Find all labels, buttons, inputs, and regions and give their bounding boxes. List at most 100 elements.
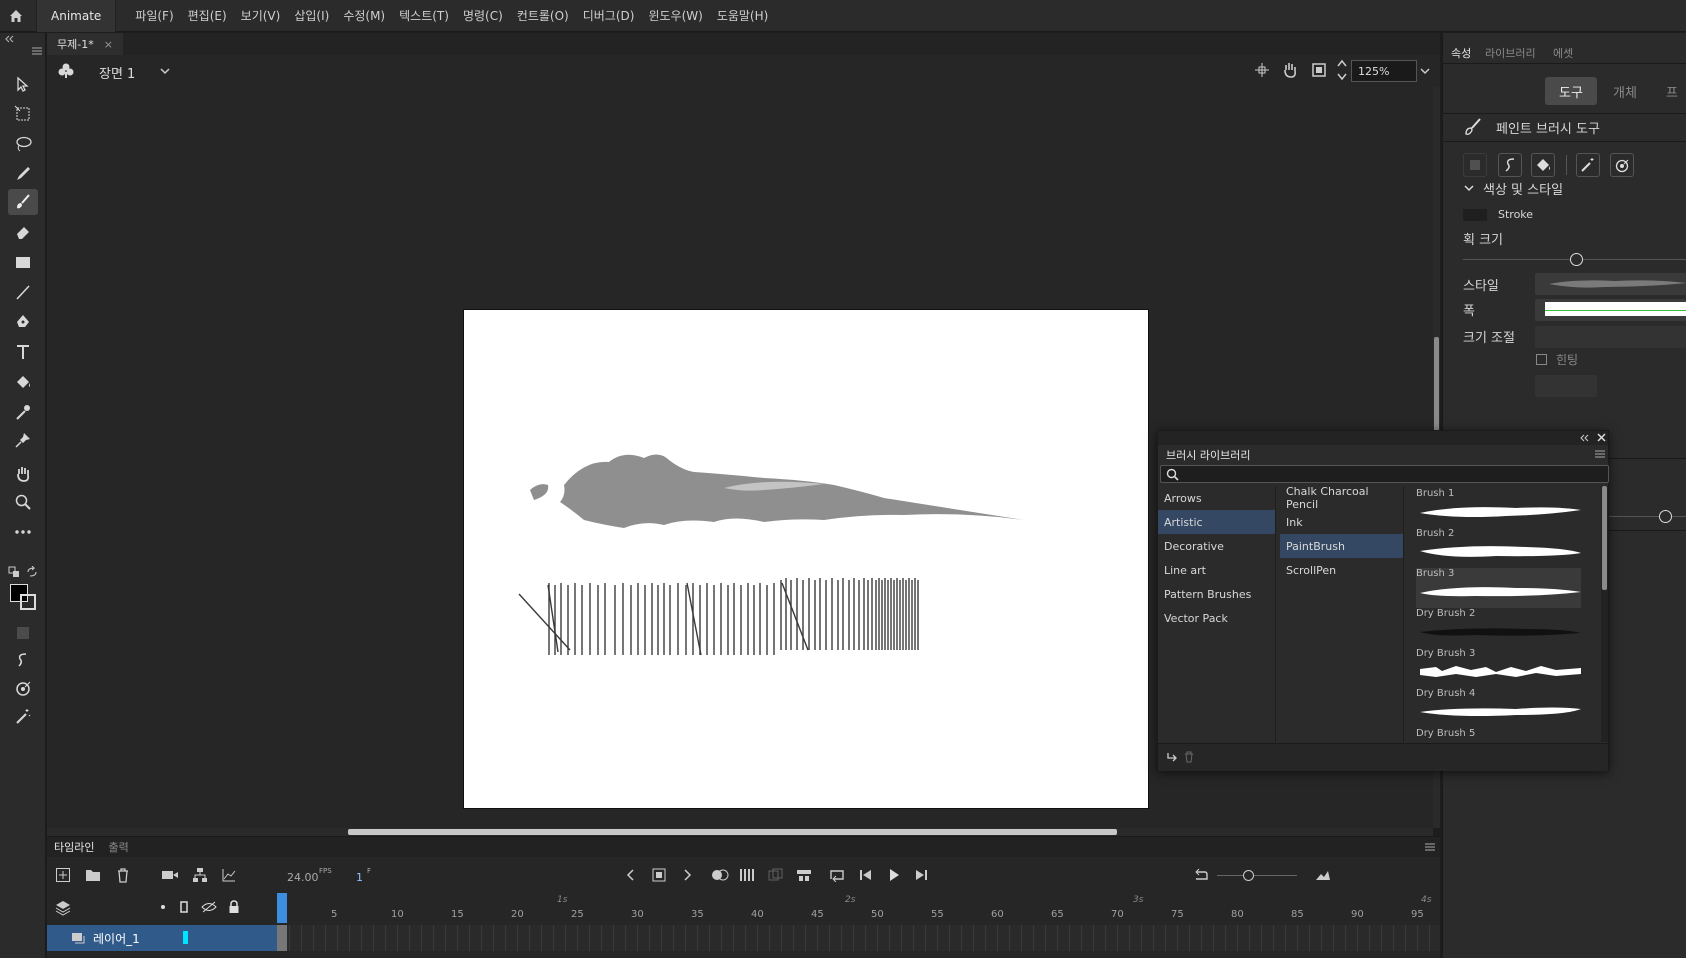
layer-name[interactable]: 레이어_1: [93, 930, 140, 947]
panel-menu-icon[interactable]: [1595, 450, 1605, 458]
close-tab-icon[interactable]: ×: [104, 38, 113, 51]
layers-icon[interactable]: [55, 900, 71, 916]
category-vector-pack[interactable]: Vector Pack: [1158, 606, 1275, 630]
frame-range-icon[interactable]: [766, 865, 786, 885]
scene-dropdown-icon[interactable]: [159, 65, 171, 77]
pressure-icon[interactable]: [8, 675, 38, 701]
frames-row[interactable]: [277, 925, 1440, 951]
playhead[interactable]: [277, 893, 287, 923]
width-dropdown[interactable]: [1535, 299, 1686, 321]
brush-list-scroll-thumb[interactable]: [1602, 486, 1607, 590]
rotate-stage-icon[interactable]: [1281, 61, 1299, 79]
next-keyframe-icon[interactable]: [677, 865, 697, 885]
cap-join-buttons[interactable]: [1535, 375, 1597, 397]
frame-zoom-slider-track[interactable]: [1217, 875, 1297, 876]
collapse-panel-icon[interactable]: [1579, 434, 1589, 442]
menu-modify[interactable]: 수정(M): [336, 7, 392, 24]
import-brush-icon[interactable]: [1166, 751, 1178, 763]
brush-item[interactable]: Brush 2: [1416, 528, 1581, 568]
visibility-icon[interactable]: [201, 901, 217, 913]
category-artistic[interactable]: Artistic: [1158, 510, 1275, 534]
panel-menu-icon[interactable]: [32, 47, 42, 55]
pencil-brush-tool-icon[interactable]: [8, 161, 38, 187]
undo-history-icon[interactable]: [1191, 865, 1211, 885]
default-colors-icon[interactable]: [8, 566, 20, 578]
selection-tool-icon[interactable]: [8, 71, 38, 97]
camera-icon[interactable]: [160, 865, 180, 885]
brush-mode-icon[interactable]: [8, 647, 38, 673]
stage[interactable]: [463, 309, 1149, 809]
menu-edit[interactable]: 편집(E): [181, 7, 234, 24]
tab-output[interactable]: 출력: [101, 839, 135, 855]
brush-shape-icon[interactable]: [1498, 153, 1522, 177]
category-arrows[interactable]: Arrows: [1158, 486, 1275, 510]
stroke-size-handle[interactable]: [1570, 253, 1583, 266]
tab-object[interactable]: 개체: [1599, 77, 1651, 105]
layer-color-swatch[interactable]: [183, 931, 188, 944]
menu-help[interactable]: 도움말(H): [710, 7, 776, 24]
play-icon[interactable]: [884, 865, 904, 885]
more-tools-icon[interactable]: [8, 519, 38, 545]
subcategory-ink[interactable]: Ink: [1280, 510, 1403, 534]
fps-value[interactable]: 24.00: [287, 871, 319, 884]
menu-insert[interactable]: 삽입(I): [287, 7, 336, 24]
pen-tool-icon[interactable]: [8, 309, 38, 335]
step-forward-icon[interactable]: [911, 865, 931, 885]
paint-bucket-tool-icon[interactable]: [8, 369, 38, 395]
edit-multiple-frames-icon[interactable]: [738, 865, 758, 885]
scene-name[interactable]: 장면 1: [99, 63, 135, 82]
horizontal-scroll-thumb[interactable]: [348, 829, 1117, 835]
menu-view[interactable]: 보기(V): [234, 7, 288, 24]
step-back-icon[interactable]: [856, 865, 876, 885]
snap-icon[interactable]: [1254, 62, 1270, 78]
paint-brush-tool-icon[interactable]: [8, 189, 38, 215]
line-tool-icon[interactable]: [8, 279, 38, 305]
eyedropper-tool-icon[interactable]: [8, 399, 38, 425]
brush-item[interactable]: Dry Brush 4: [1416, 688, 1581, 728]
close-panel-icon[interactable]: [1597, 433, 1606, 442]
subcategory-chalk-charcoal-pencil[interactable]: Chalk Charcoal Pencil: [1280, 485, 1403, 511]
delete-layer-icon[interactable]: [113, 865, 133, 885]
menu-file[interactable]: 파일(F): [128, 7, 180, 24]
outline-icon[interactable]: [180, 901, 188, 913]
tab-timeline[interactable]: 타임라인: [47, 839, 101, 855]
app-tab[interactable]: Animate: [36, 0, 117, 32]
brush-item[interactable]: Dry Brush 2: [1416, 608, 1581, 648]
tab-properties[interactable]: 속성: [1451, 45, 1471, 61]
menu-commands[interactable]: 명령(C): [456, 7, 510, 24]
brush-library-titlebar[interactable]: [1158, 431, 1608, 445]
graph-icon[interactable]: [219, 865, 239, 885]
zoom-tool-icon[interactable]: [8, 489, 38, 515]
smoothing-icon[interactable]: [1576, 153, 1600, 177]
magic-wand-icon[interactable]: [8, 703, 38, 729]
fit-frames-icon[interactable]: [1313, 865, 1333, 885]
highlight-dot-icon[interactable]: [161, 905, 165, 909]
loop-icon[interactable]: [828, 865, 848, 885]
onion-skin-icon[interactable]: [710, 865, 730, 885]
menu-window[interactable]: 윈도우(W): [641, 7, 709, 24]
text-tool-icon[interactable]: [8, 339, 38, 365]
collapse-section-icon[interactable]: [1463, 183, 1475, 193]
insert-keyframe-icon[interactable]: [649, 865, 669, 885]
document-tab[interactable]: 무제-1* ×: [47, 33, 123, 55]
horizontal-scrollbar[interactable]: [47, 828, 1433, 836]
lasso-tool-icon[interactable]: [8, 131, 38, 157]
center-stage-icon[interactable]: [1336, 58, 1348, 82]
free-transform-tool-icon[interactable]: [8, 101, 38, 127]
fill-color-swatch[interactable]: [20, 594, 36, 610]
frame-ruler[interactable]: 5 10 15 20 25 30 35 40 45 50 55 60 65 70 75 80 85 90 95 1s 2…: [277, 893, 1440, 923]
category-pattern-brushes[interactable]: Pattern Brushes: [1158, 582, 1275, 606]
tab-assets[interactable]: 에셋: [1553, 45, 1573, 61]
new-folder-icon[interactable]: [83, 865, 103, 885]
zoom-dropdown-icon[interactable]: [1419, 65, 1431, 77]
object-drawing-icon[interactable]: [8, 620, 38, 646]
lock-icon[interactable]: [228, 900, 240, 914]
secondary-slider-handle[interactable]: [1659, 510, 1672, 523]
tab-frame[interactable]: 프: [1657, 77, 1686, 105]
paint-mode-icon[interactable]: [1531, 153, 1555, 177]
menu-debug[interactable]: 디버그(D): [576, 7, 642, 24]
brush-item[interactable]: Brush 1: [1416, 488, 1581, 528]
previous-keyframe-icon[interactable]: [621, 865, 641, 885]
keyframe[interactable]: [277, 925, 287, 951]
swap-colors-icon[interactable]: [26, 566, 38, 578]
